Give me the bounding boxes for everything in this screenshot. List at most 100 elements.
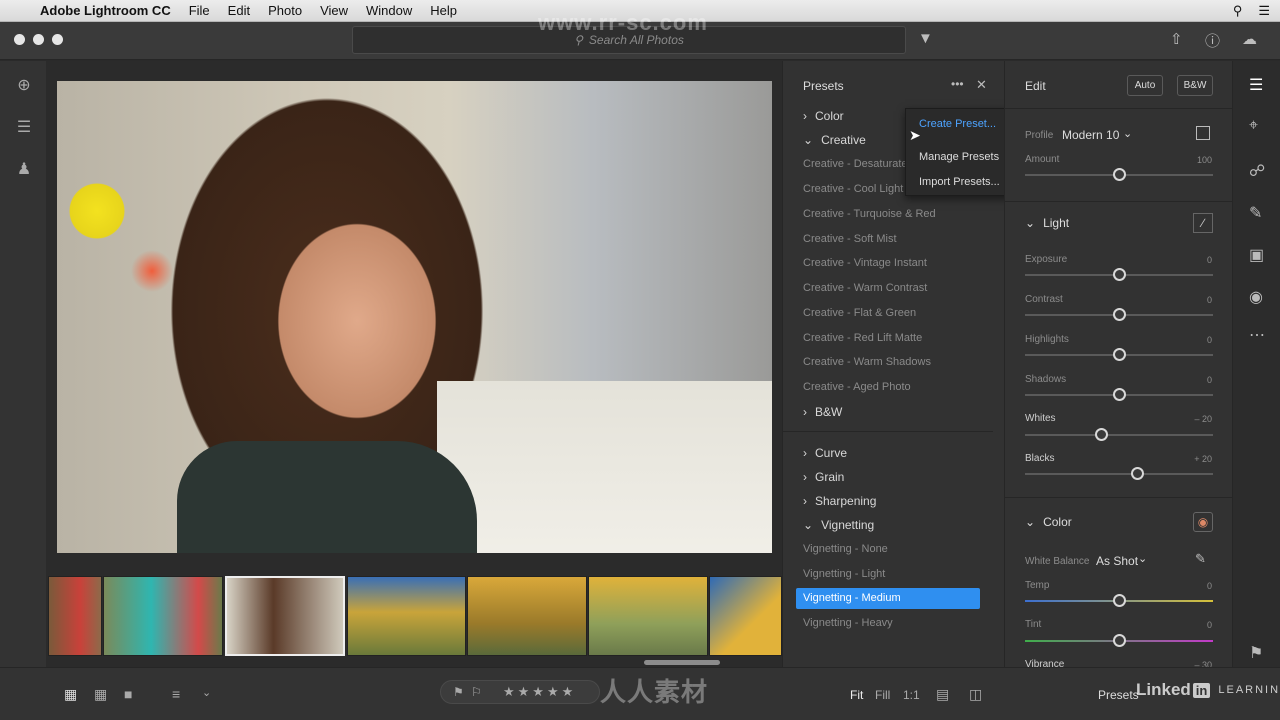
- blacks-slider[interactable]: [1025, 467, 1213, 480]
- preset-item[interactable]: Creative - Cool Light: [803, 183, 903, 195]
- filmstrip-thumbnail[interactable]: [347, 576, 466, 656]
- create-preset-menu-item[interactable]: Create Preset...: [919, 118, 996, 130]
- tone-curve-icon[interactable]: ∕: [1193, 213, 1213, 233]
- radial-gradient-icon[interactable]: ◉: [1249, 287, 1263, 307]
- detail-view-icon[interactable]: ■: [124, 686, 132, 702]
- filter-icon[interactable]: ▼: [918, 30, 933, 47]
- chevron-down-icon[interactable]: ⌄: [1123, 127, 1132, 140]
- preset-group-sharpening[interactable]: › Sharpening: [803, 494, 876, 508]
- slider-knob[interactable]: [1131, 467, 1144, 480]
- import-presets-menu-item[interactable]: Import Presets...: [919, 176, 1000, 188]
- preset-item[interactable]: Creative - Warm Contrast: [803, 282, 927, 294]
- preset-group-color[interactable]: › Color: [803, 109, 844, 123]
- slider-knob[interactable]: [1113, 308, 1126, 321]
- main-photo[interactable]: [57, 81, 772, 553]
- color-section-header[interactable]: ⌄ Color: [1025, 515, 1072, 529]
- filmstrip-thumbnail[interactable]: [467, 576, 587, 656]
- eyedropper-icon[interactable]: ✎: [1195, 551, 1206, 567]
- preset-group-vignetting[interactable]: ⌄ Vignetting: [803, 518, 874, 532]
- add-photos-icon[interactable]: ⊕: [14, 75, 34, 95]
- profile-browser-icon[interactable]: [1196, 126, 1210, 140]
- filmstrip-thumbnail[interactable]: [48, 576, 102, 656]
- preset-item[interactable]: Creative - Warm Shadows: [803, 356, 931, 368]
- before-after-icon[interactable]: ◫: [969, 686, 982, 703]
- bw-button[interactable]: B&W: [1177, 75, 1213, 96]
- preset-group-grain[interactable]: › Grain: [803, 470, 844, 484]
- tag-icon[interactable]: ⚑: [1249, 643, 1263, 663]
- preset-item[interactable]: Creative - Desaturated: [803, 158, 914, 170]
- brush-icon[interactable]: ✎: [1249, 203, 1262, 223]
- window-zoom-button[interactable]: [52, 34, 63, 45]
- menu-edit[interactable]: Edit: [219, 3, 259, 18]
- preset-item[interactable]: Creative - Flat & Green: [803, 307, 916, 319]
- slider-knob[interactable]: [1113, 168, 1126, 181]
- slider-knob[interactable]: [1113, 268, 1126, 281]
- preset-group-bw[interactable]: › B&W: [803, 405, 842, 419]
- filmstrip-thumbnail[interactable]: [588, 576, 708, 656]
- exposure-slider[interactable]: [1025, 268, 1213, 281]
- preset-item[interactable]: Vignetting - Light: [803, 568, 885, 580]
- slider-knob[interactable]: [1113, 348, 1126, 361]
- zoom-fill-button[interactable]: Fill: [875, 688, 890, 702]
- help-icon[interactable]: ⓘ: [1205, 30, 1220, 51]
- slider-knob[interactable]: [1113, 388, 1126, 401]
- white-balance-dropdown[interactable]: As Shot: [1096, 554, 1138, 568]
- preset-item[interactable]: Creative - Red Lift Matte: [803, 332, 922, 344]
- photo-grid-icon[interactable]: ▦: [94, 686, 107, 703]
- share-icon[interactable]: ⇧: [1170, 30, 1183, 48]
- filmstrip-thumbnail[interactable]: [709, 576, 782, 656]
- square-grid-icon[interactable]: ▦: [64, 686, 77, 703]
- more-options-icon[interactable]: •••: [951, 77, 964, 91]
- menu-view[interactable]: View: [311, 3, 357, 18]
- tint-slider[interactable]: [1025, 634, 1213, 647]
- menu-list-icon[interactable]: ☰: [1258, 3, 1270, 19]
- filmstrip-scrollbar[interactable]: [644, 660, 720, 665]
- chevron-down-icon[interactable]: ⌄: [202, 686, 211, 699]
- star-rating-icon[interactable]: ★★★★★: [503, 684, 576, 700]
- highlights-slider[interactable]: [1025, 348, 1213, 361]
- menu-photo[interactable]: Photo: [259, 3, 311, 18]
- preset-item[interactable]: Creative - Turquoise & Red: [803, 208, 936, 220]
- cloud-sync-icon[interactable]: ☁: [1242, 30, 1257, 48]
- shadows-slider[interactable]: [1025, 388, 1213, 401]
- window-minimize-button[interactable]: [33, 34, 44, 45]
- healing-brush-icon[interactable]: ☍: [1249, 161, 1265, 181]
- preset-group-creative[interactable]: ⌄ Creative: [803, 133, 866, 147]
- people-icon[interactable]: ♟: [14, 159, 34, 179]
- reject-flag-icon[interactable]: ⚐: [471, 685, 482, 699]
- preset-item[interactable]: Creative - Vintage Instant: [803, 257, 927, 269]
- slider-knob[interactable]: [1113, 634, 1126, 647]
- filmstrip-thumbnail[interactable]: [103, 576, 223, 656]
- slider-knob[interactable]: [1113, 594, 1126, 607]
- sort-icon[interactable]: ≡: [172, 686, 180, 702]
- edit-sliders-icon[interactable]: ☰: [1249, 75, 1263, 95]
- color-mixer-icon[interactable]: ◉: [1193, 512, 1213, 532]
- slider-knob[interactable]: [1095, 428, 1108, 441]
- spotlight-search-icon[interactable]: ⚲: [1233, 3, 1243, 19]
- flag-icon[interactable]: ⚑: [453, 685, 464, 699]
- amount-slider[interactable]: [1025, 168, 1213, 181]
- compare-icon[interactable]: ▤: [936, 686, 949, 703]
- menu-window[interactable]: Window: [357, 3, 421, 18]
- manage-presets-menu-item[interactable]: Manage Presets: [919, 151, 999, 163]
- menu-help[interactable]: Help: [421, 3, 466, 18]
- presets-toggle-button[interactable]: Presets: [1098, 688, 1139, 702]
- window-close-button[interactable]: [14, 34, 25, 45]
- close-icon[interactable]: ✕: [976, 77, 987, 93]
- contrast-slider[interactable]: [1025, 308, 1213, 321]
- chevron-down-icon[interactable]: ⌄: [1138, 552, 1147, 565]
- whites-slider[interactable]: [1025, 428, 1213, 441]
- app-name-menu[interactable]: Adobe Lightroom CC: [40, 3, 180, 18]
- preset-item[interactable]: Vignetting - Heavy: [803, 617, 893, 629]
- preset-item[interactable]: Creative - Soft Mist: [803, 233, 897, 245]
- linear-gradient-icon[interactable]: ▣: [1249, 245, 1264, 265]
- zoom-1to1-button[interactable]: 1:1: [903, 688, 920, 702]
- menu-file[interactable]: File: [180, 3, 219, 18]
- auto-button[interactable]: Auto: [1127, 75, 1163, 96]
- preset-group-curve[interactable]: › Curve: [803, 446, 847, 460]
- crop-icon[interactable]: ⌖: [1249, 117, 1258, 135]
- temp-slider[interactable]: [1025, 594, 1213, 607]
- preset-item-selected[interactable]: Vignetting - Medium: [796, 588, 980, 609]
- light-section-header[interactable]: ⌄ Light: [1025, 216, 1069, 230]
- preset-item[interactable]: Vignetting - None: [803, 543, 888, 555]
